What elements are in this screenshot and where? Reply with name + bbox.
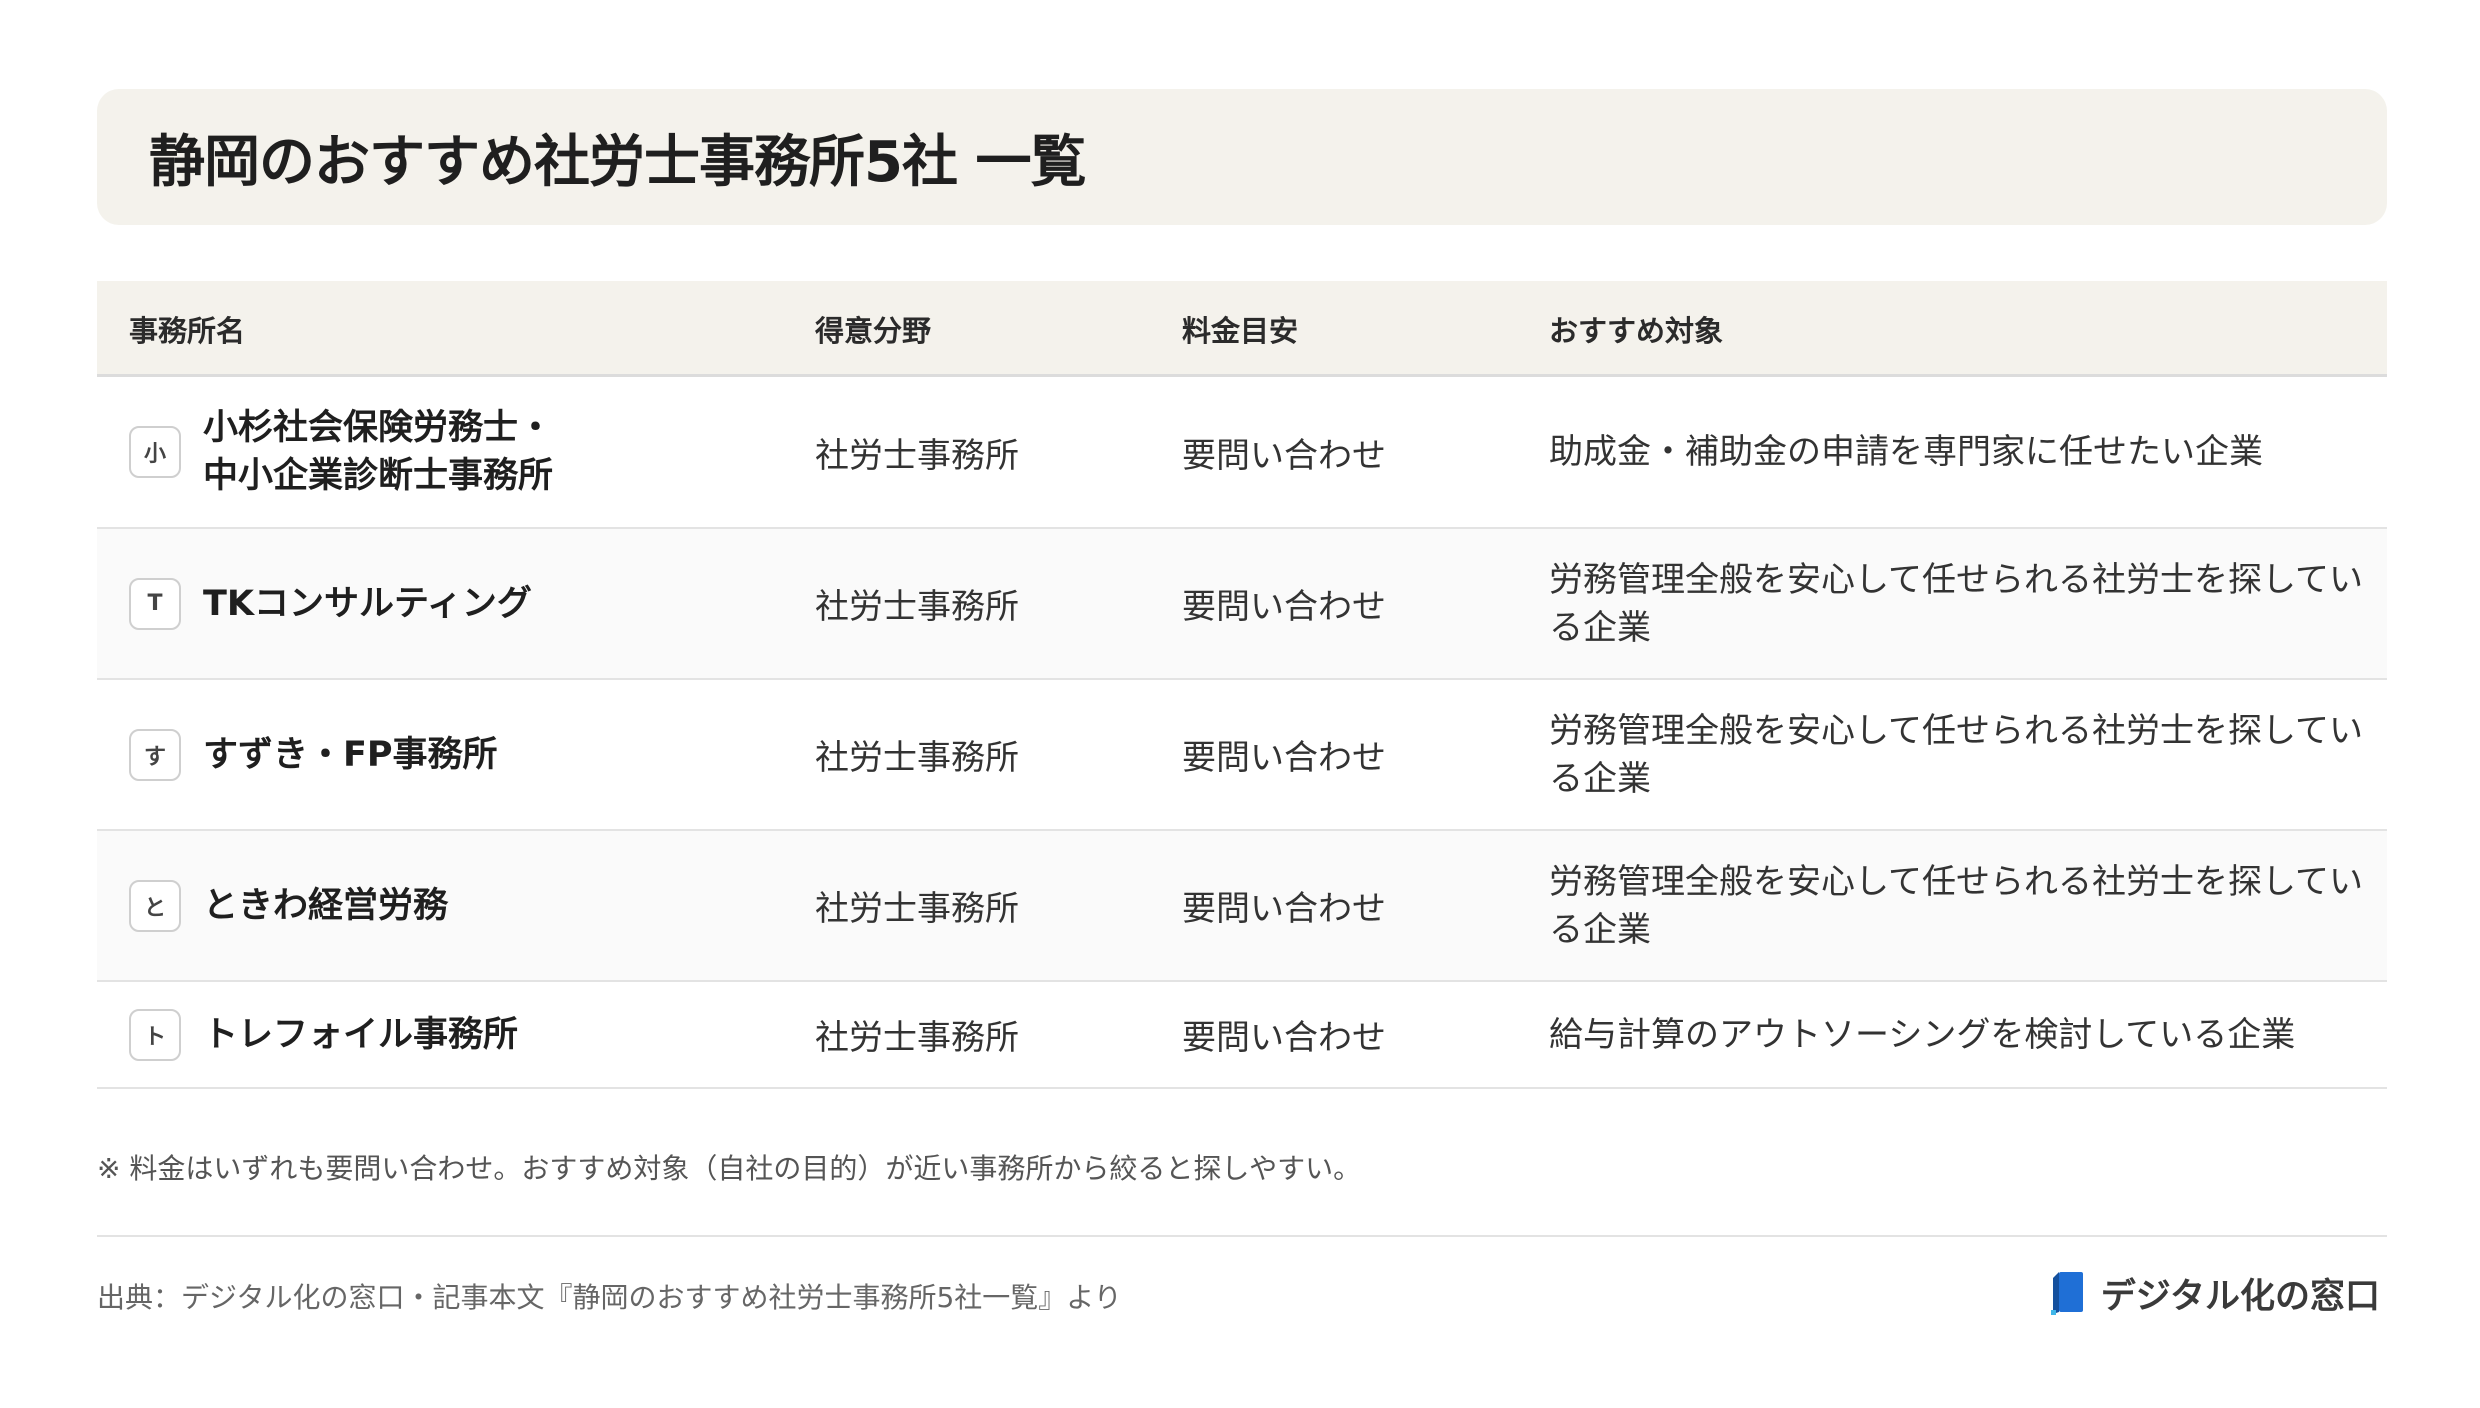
office-name-cell: ト トレフォイル事務所 xyxy=(129,982,518,1087)
recommended-cell: 給与計算のアウトソーシングを検討している企業 xyxy=(1549,982,2369,1087)
header-office-name: 事務所名 xyxy=(129,314,246,348)
initial-badge: ト xyxy=(129,1008,181,1061)
initial-badge: と xyxy=(129,879,181,932)
initial-badge: 小 xyxy=(129,426,181,478)
table-row: ト トレフォイル事務所 社労士事務所 要問い合わせ 給与計算のアウトソーシングを… xyxy=(97,982,2387,1089)
header-specialty: 得意分野 xyxy=(815,314,932,348)
specialty-cell: 社労士事務所 xyxy=(815,738,1019,778)
office-name: TKコンサルティング xyxy=(203,583,532,624)
specialty-cell: 社労士事務所 xyxy=(815,1018,1019,1058)
office-name: すずき・FP事務所 xyxy=(203,734,498,775)
fee-cell: 要問い合わせ xyxy=(1182,1018,1386,1058)
footer-divider xyxy=(97,1235,2387,1237)
brand-logo: デジタル化の窓口 xyxy=(2050,1268,2380,1318)
table-row: T TKコンサルティング 社労士事務所 要問い合わせ 労務管理全般を安心して任せ… xyxy=(97,529,2387,680)
recommended-cell: 助成金・補助金の申請を専門家に任せたい企業 xyxy=(1549,377,2369,527)
fee-cell: 要問い合わせ xyxy=(1182,587,1386,627)
initial-badge: T xyxy=(129,577,181,630)
title-banner: 静岡のおすすめ社労士事務所5社 一覧 xyxy=(97,89,2387,225)
specialty-cell: 社労士事務所 xyxy=(815,587,1019,627)
office-name-cell: T TKコンサルティング xyxy=(129,529,532,678)
initial-badge: す xyxy=(129,728,181,781)
fee-cell: 要問い合わせ xyxy=(1182,889,1386,929)
footnote: ※ 料金はいずれも要問い合わせ。おすすめ対象（自社の目的）が近い事務所から絞ると… xyxy=(97,1152,1362,1185)
page: 静岡のおすすめ社労士事務所5社 一覧 事務所名 得意分野 料金目安 おすすめ対象… xyxy=(0,0,2480,1408)
table-row: す すずき・FP事務所 社労士事務所 要問い合わせ 労務管理全般を安心して任せら… xyxy=(97,680,2387,831)
fee-cell: 要問い合わせ xyxy=(1182,435,1386,476)
recommended-text: 労務管理全般を安心して任せられる社労士を探している企業 xyxy=(1549,861,2363,950)
table-row: と ときわ経営労務 社労士事務所 要問い合わせ 労務管理全般を安心して任せられる… xyxy=(97,831,2387,982)
table-row: 小 小杉社会保険労務士・ 中小企業診断士事務所 社労士事務所 要問い合わせ 助成… xyxy=(97,377,2387,529)
recommended-cell: 労務管理全般を安心して任せられる社労士を探している企業 xyxy=(1549,680,2369,829)
recommended-text: 労務管理全般を安心して任せられる社労士を探している企業 xyxy=(1549,710,2363,799)
recommended-text: 労務管理全般を安心して任せられる社労士を探している企業 xyxy=(1549,559,2363,648)
office-name: トレフォイル事務所 xyxy=(203,1014,519,1055)
header-fee: 料金目安 xyxy=(1182,314,1299,348)
office-name-cell: と ときわ経営労務 xyxy=(129,831,448,980)
office-name-cell: 小 小杉社会保険労務士・ 中小企業診断士事務所 xyxy=(129,377,553,527)
fee-cell: 要問い合わせ xyxy=(1182,738,1386,778)
office-table: 事務所名 得意分野 料金目安 おすすめ対象 小 小杉社会保険労務士・ 中小企業診… xyxy=(97,281,2387,1089)
recommended-cell: 労務管理全般を安心して任せられる社労士を探している企業 xyxy=(1549,831,2369,980)
specialty-cell: 社労士事務所 xyxy=(815,435,1019,476)
specialty-cell: 社労士事務所 xyxy=(815,889,1019,929)
recommended-text: 助成金・補助金の申請を専門家に任せたい企業 xyxy=(1549,432,2263,472)
recommended-cell: 労務管理全般を安心して任せられる社労士を探している企業 xyxy=(1549,529,2369,678)
office-name: ときわ経営労務 xyxy=(203,885,449,926)
document-logo-icon xyxy=(2050,1272,2083,1315)
page-title: 静岡のおすすめ社労士事務所5社 一覧 xyxy=(149,129,1086,195)
header-recommended-for: おすすめ対象 xyxy=(1549,314,1724,348)
office-name-cell: す すずき・FP事務所 xyxy=(129,680,498,829)
office-name: 小杉社会保険労務士・ 中小企業診断士事務所 xyxy=(203,408,554,496)
table-header: 事務所名 得意分野 料金目安 おすすめ対象 xyxy=(97,281,2387,377)
brand-name: デジタル化の窓口 xyxy=(2100,1276,2380,1317)
source-citation: 出典：デジタル化の窓口・記事本文『静岡のおすすめ社労士事務所5社一覧』より xyxy=(97,1281,1122,1314)
recommended-text: 給与計算のアウトソーシングを検討している企業 xyxy=(1549,1014,2296,1055)
